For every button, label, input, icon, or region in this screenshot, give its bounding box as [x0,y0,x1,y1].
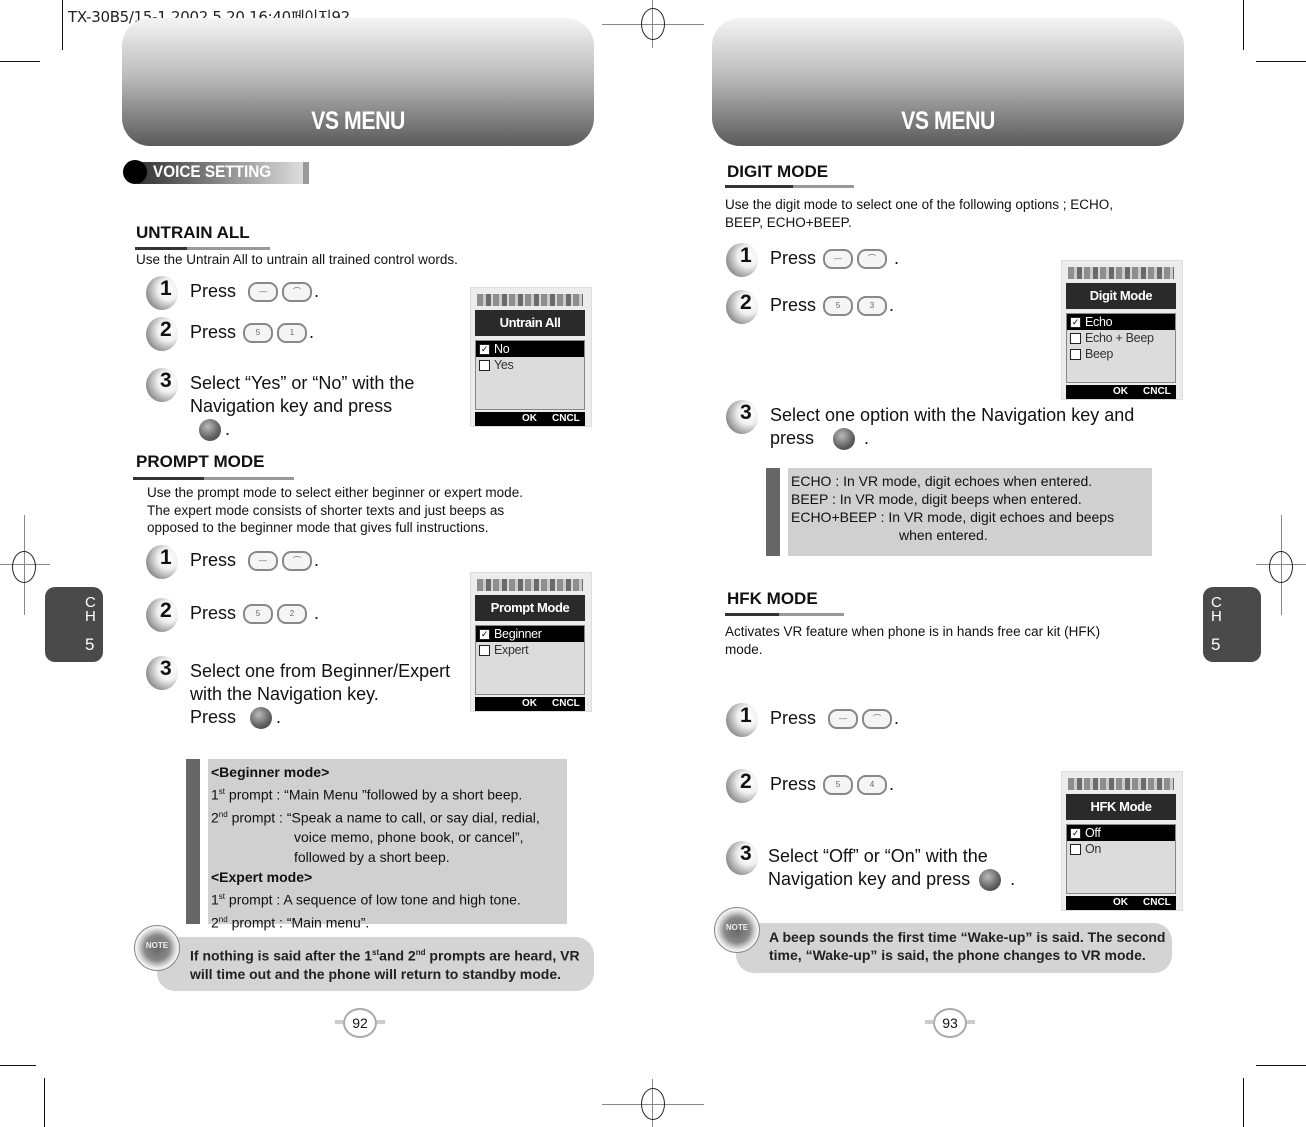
section-description: Activates VR feature when phone is in ha… [725,624,1101,657]
header-title: VS MENU [311,107,405,135]
phone-option[interactable]: Beep [1067,346,1175,362]
phone-screen-digit-mode: Digit Mode ✓ Echo Echo + Beep Beep OK CNCL [1061,260,1183,400]
navigation-ok-icon [199,419,222,442]
crop-mark [62,0,63,50]
crop-mark [0,1065,36,1066]
section-title: UNTRAIN ALL [136,223,250,242]
section-description: Use the Untrain All to untrain all train… [136,252,458,267]
crop-mark [44,1078,45,1127]
navigation-ok-icon [833,428,856,451]
prompt-info-box: <Beginner mode> 1st prompt : “Main Menu … [186,759,567,931]
1-key-icon: 1 [277,323,308,344]
navigation-ok-icon [250,707,273,730]
5-key-icon: 5 [823,775,854,796]
page-header-left: VS MENU [122,18,594,146]
section-rule [725,185,854,188]
note-box: If nothing is said after the 1stand 2nd … [157,937,594,991]
softkey-cancel[interactable]: CNCL [1143,385,1171,399]
status-bar-icons [477,294,583,306]
softkey-cancel[interactable]: CNCL [552,697,580,711]
phone-option[interactable]: Yes [476,357,584,373]
checkbox-icon [1070,333,1081,344]
section-rule [133,477,294,480]
ok-key-icon: ⌒ [282,282,313,303]
checkbox-icon [1070,844,1081,855]
softkey-ok[interactable]: OK [1113,896,1128,910]
chapter-tab: C H 5 [1203,587,1261,662]
page-number: 93 [925,1008,975,1038]
softkey-ok[interactable]: OK [1113,385,1128,399]
section-title: DIGIT MODE [727,162,829,181]
note-icon: NOTE [714,907,760,953]
chapter-tab: C H 5 [45,587,103,662]
section-rule [725,613,844,616]
menu-key-icon: — [248,282,279,303]
checkbox-checked-icon: ✓ [479,344,490,355]
phone-option[interactable]: Echo + Beep [1067,330,1175,346]
menu-key-icon: — [248,551,279,572]
phone-option[interactable]: ✓ Beginner [476,626,584,642]
phone-option[interactable]: ✓ Off [1067,825,1175,841]
crop-mark [0,61,40,62]
phone-screen-hfk-mode: HFK Mode ✓ Off On OK CNCL [1061,771,1183,911]
menu-key-icon: — [823,249,854,270]
5-key-icon: 5 [823,296,854,317]
phone-option[interactable]: ✓ Echo [1067,314,1175,330]
section-badge: VOICE SETTING [123,160,309,184]
ok-key-icon: ⌒ [282,551,313,572]
checkbox-icon [1070,349,1081,360]
5-key-icon: 5 [243,604,274,625]
section-title: HFK MODE [727,589,818,608]
crop-mark [1243,0,1244,50]
section-rule [135,247,270,250]
page-number: 92 [335,1008,385,1038]
section-description: Use the prompt mode to select either beg… [147,485,523,535]
phone-option[interactable]: Expert [476,642,584,658]
2-key-icon: 2 [277,604,308,625]
3-key-icon: 3 [857,296,888,317]
phone-screen-untrain-all: Untrain All ✓ No Yes OK CNCL [470,287,592,427]
page-header-right: VS MENU [712,18,1184,146]
status-bar-icons [1068,778,1174,790]
digit-info-box: ECHO : In VR mode, digit echoes when ent… [766,468,1152,556]
navigation-ok-icon [979,869,1002,892]
header-title: VS MENU [901,107,995,135]
4-key-icon: 4 [857,775,888,796]
ok-key-icon: ⌒ [862,709,893,730]
checkbox-checked-icon: ✓ [1070,828,1081,839]
softkey-cancel[interactable]: CNCL [552,412,580,426]
status-bar-icons [1068,267,1174,279]
checkbox-icon [479,360,490,371]
phone-screen-prompt-mode: Prompt Mode ✓ Beginner Expert OK CNCL [470,572,592,712]
checkbox-checked-icon: ✓ [1070,317,1081,328]
section-description: Use the digit mode to select one of the … [725,197,1113,230]
note-icon: NOTE [134,925,180,971]
phone-option[interactable]: On [1067,841,1175,857]
crop-mark [1256,61,1306,62]
section-title: PROMPT MODE [136,452,265,471]
checkbox-checked-icon: ✓ [479,629,490,640]
status-bar-icons [477,579,583,591]
phone-option[interactable]: ✓ No [476,341,584,357]
bullet-icon [123,160,147,184]
softkey-ok[interactable]: OK [522,697,537,711]
menu-key-icon: — [828,709,859,730]
crop-mark [1256,1065,1306,1066]
crop-mark [1243,1078,1244,1127]
checkbox-icon [479,645,490,656]
note-box: A beep sounds the first time “Wake-up” i… [736,923,1172,973]
softkey-cancel[interactable]: CNCL [1143,896,1171,910]
softkey-ok[interactable]: OK [522,412,537,426]
5-key-icon: 5 [243,323,274,344]
ok-key-icon: ⌒ [857,249,888,270]
